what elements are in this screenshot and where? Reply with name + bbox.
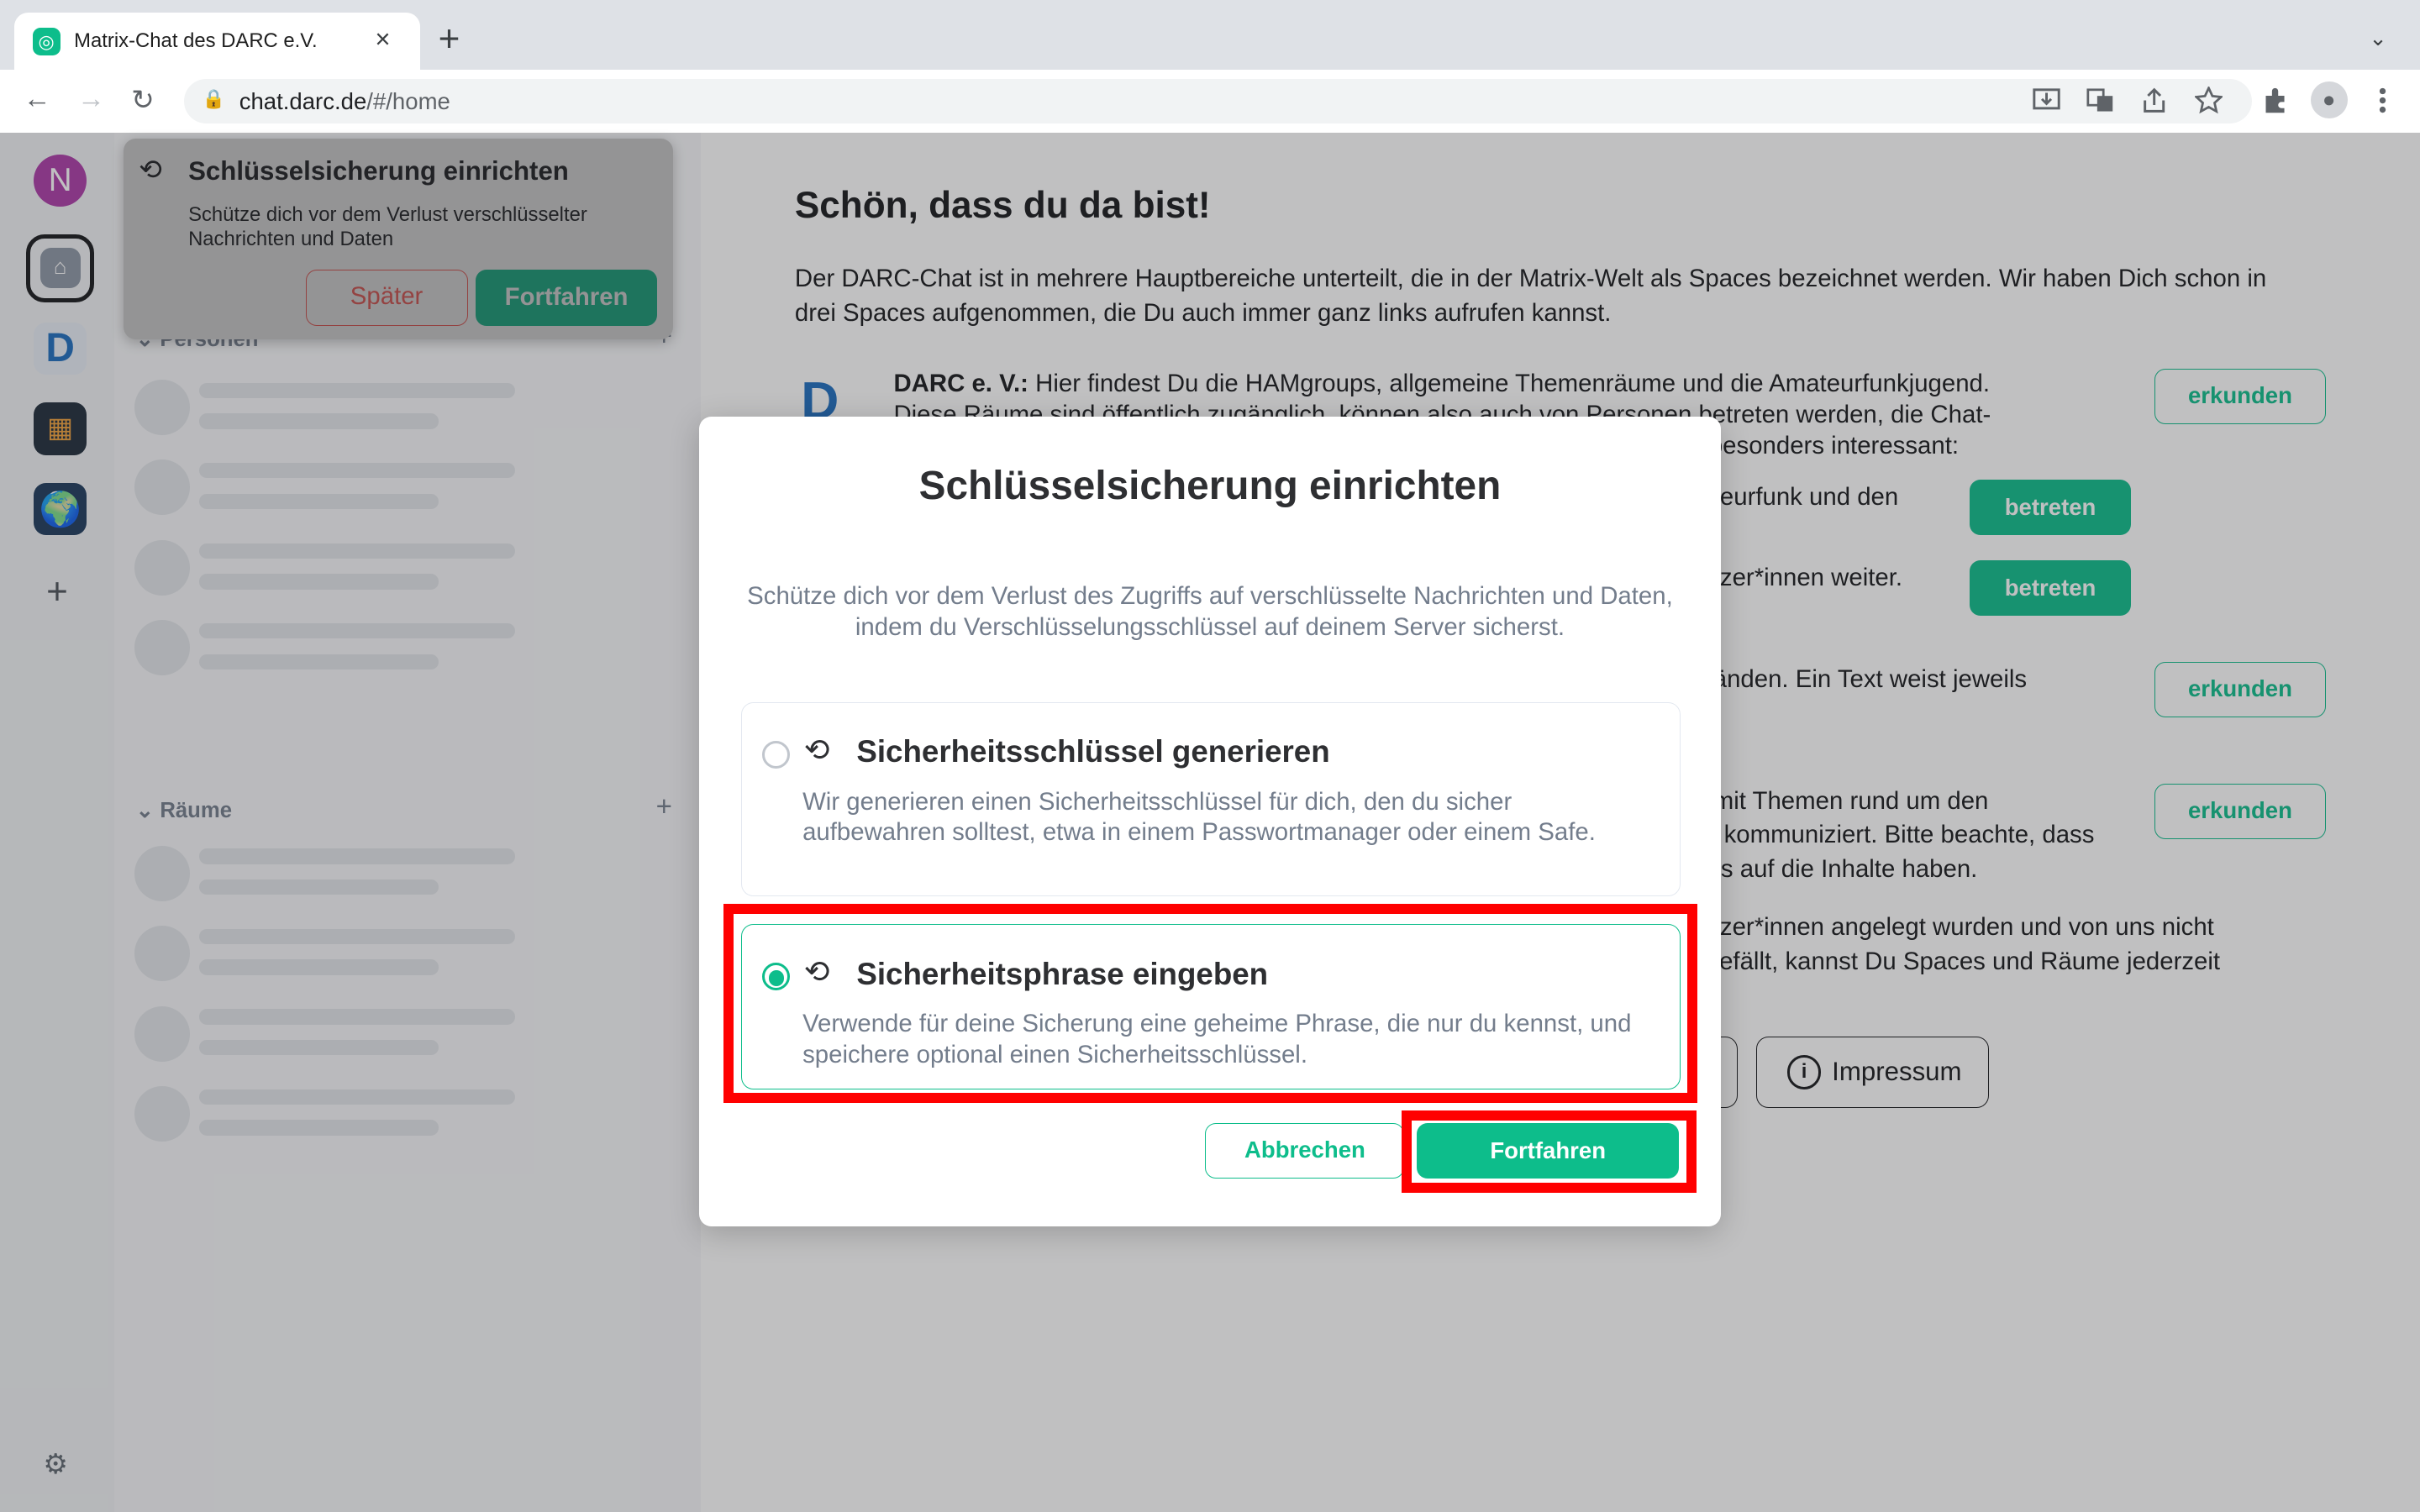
translate-icon[interactable] <box>2086 88 2114 113</box>
forward-icon[interactable]: → <box>77 83 105 115</box>
url-text[interactable]: chat.darc.de/#/home <box>239 88 450 115</box>
install-icon[interactable] <box>2033 88 2060 113</box>
extensions-icon[interactable] <box>2261 87 2289 114</box>
tab-search-icon[interactable]: ⌄ <box>2369 26 2387 51</box>
back-icon[interactable]: ← <box>24 83 51 115</box>
highlight-box-continue <box>1401 1110 1697 1193</box>
bookmark-star-icon[interactable] <box>2194 86 2223 114</box>
new-tab-icon[interactable]: + <box>439 18 460 60</box>
dialog-description: Schütze dich vor dem Verlust des Zugriff… <box>747 582 1673 642</box>
share-icon[interactable] <box>2142 87 2166 114</box>
url-host: chat.darc.de <box>239 87 367 114</box>
key-backup-icon: ⟲ <box>803 732 830 767</box>
reload-icon[interactable]: ↻ <box>131 83 155 117</box>
highlight-box-option <box>723 904 1698 1104</box>
lock-icon[interactable]: 🔒 <box>203 88 225 110</box>
radio-generate-key[interactable] <box>762 740 791 769</box>
profile-icon[interactable]: ● <box>2310 81 2348 119</box>
tab-title: Matrix-Chat des DARC e.V. <box>74 29 318 52</box>
tab-favicon-icon: ◎ <box>32 28 60 56</box>
dialog-title: Schlüsselsicherung einrichten <box>918 464 1502 508</box>
toast-dim <box>123 139 673 340</box>
cancel-button[interactable]: Abbrechen <box>1205 1123 1405 1179</box>
address-bar[interactable] <box>183 78 2252 123</box>
option-generate-key-desc: Wir generieren einen Sicherheitsschlüsse… <box>802 787 1596 847</box>
tab-close-icon[interactable]: × <box>375 24 390 55</box>
menu-icon[interactable] <box>2378 87 2387 114</box>
option-generate-key-title: Sicherheitsschlüssel generieren <box>856 734 1330 769</box>
url-path: /#/home <box>366 87 450 114</box>
